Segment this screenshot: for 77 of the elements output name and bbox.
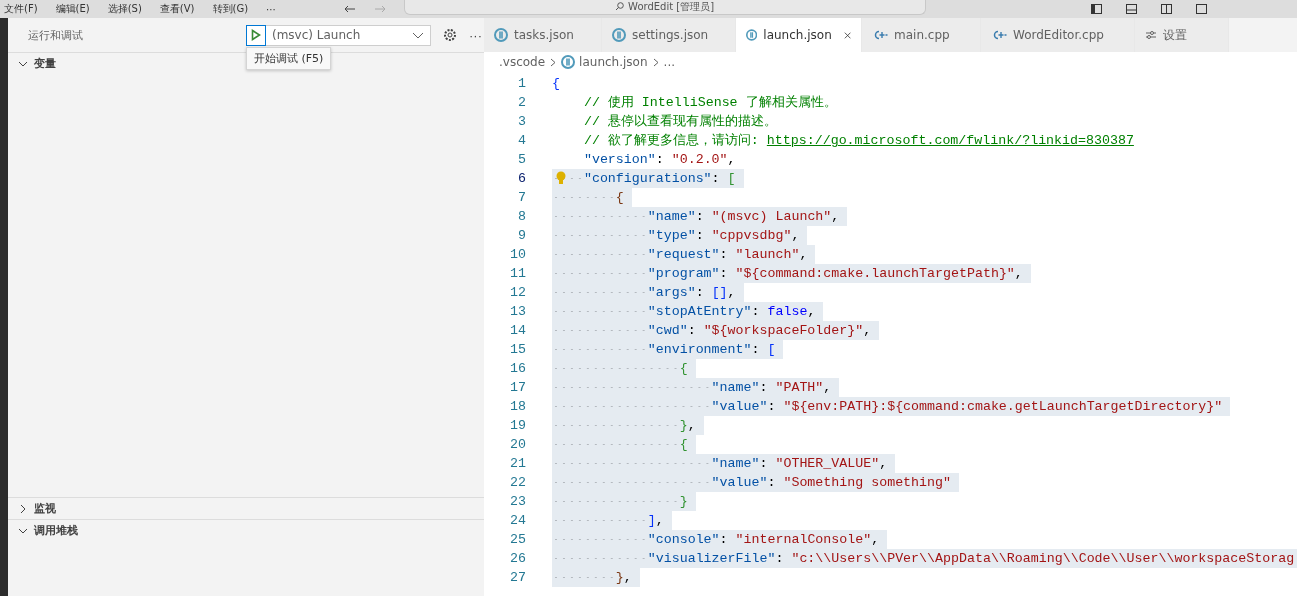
line-number: 18 <box>509 399 527 414</box>
code-line: { <box>552 75 560 93</box>
menu-item[interactable]: 编辑(E) <box>55 2 90 16</box>
code-line: // 使用 IntelliSense 了解相关属性。 <box>582 94 837 112</box>
menu-item[interactable]: ··· <box>266 3 276 15</box>
menu-item[interactable]: 选择(S) <box>107 2 142 16</box>
breadcrumb-item[interactable]: launch.json <box>561 55 648 69</box>
line-number: 12 <box>509 285 527 300</box>
section-header[interactable]: 监视 <box>8 498 484 519</box>
search-icon <box>615 2 625 11</box>
editor-tab[interactable]: settings.json <box>602 18 736 52</box>
line-number: 27 <box>509 570 527 585</box>
code-line: "version": "0.2.0", <box>582 151 736 169</box>
line-number: 1 <box>517 76 527 91</box>
tooltip: 开始调试 (F5) <box>246 47 332 70</box>
editor-tab[interactable]: WordEditor.cpp <box>981 18 1135 52</box>
close-icon[interactable] <box>843 30 851 40</box>
line-number: 3 <box>517 114 527 129</box>
launch-config-dropdown[interactable]: (msvc) Launch <box>266 24 431 46</box>
line-number: 22 <box>509 475 527 490</box>
line-number: 7 <box>517 190 527 205</box>
panel-title: 运行和调试 <box>28 27 84 43</box>
menu-item[interactable]: 文件(F) <box>4 2 38 16</box>
code-link[interactable]: https://go.microsoft.com/fwlink/?linkid=830387 <box>766 133 1134 148</box>
search-field[interactable]: WordEdit [管理员] <box>403 0 926 15</box>
line-number: 9 <box>517 228 527 243</box>
line-number: 4 <box>517 133 527 148</box>
line-number: 5 <box>517 152 527 167</box>
line-number: 19 <box>509 418 527 433</box>
more-actions-button[interactable]: ··· <box>469 27 482 43</box>
chevron-icon <box>550 57 557 67</box>
chevron-down-icon <box>412 31 424 39</box>
plus-icon <box>991 29 1007 41</box>
editor-tab[interactable]: main.cpp <box>862 18 981 52</box>
chevron-icon <box>652 57 659 67</box>
sliders-icon <box>1145 30 1157 40</box>
start-debugging-button[interactable] <box>246 24 266 46</box>
line-number: 11 <box>509 266 527 281</box>
line-number: 24 <box>509 513 527 528</box>
menu-item[interactable]: 转到(G) <box>212 2 249 16</box>
code-line: // 欲了解更多信息，请访问: https://go.microsoft.com/fwlink/?linkid=830387 <box>582 132 1134 150</box>
line-number: 15 <box>509 342 527 357</box>
code-line: // 悬停以查看现有属性的描述。 <box>582 113 777 131</box>
layout-icon[interactable] <box>1161 4 1172 14</box>
braces-icon <box>612 28 626 42</box>
line-number: 8 <box>517 209 527 224</box>
braces-icon <box>494 28 508 42</box>
line-number: 2 <box>517 95 527 110</box>
settings-button[interactable] <box>443 28 457 42</box>
line-number: 10 <box>509 247 527 262</box>
chevron-icon <box>18 503 28 514</box>
section-header[interactable]: 调用堆栈 <box>8 520 484 541</box>
line-number: 13 <box>509 304 527 319</box>
editor-tab[interactable]: tasks.json <box>484 18 602 52</box>
editor-tab[interactable]: launch.json <box>736 18 862 52</box>
breadcrumb-item[interactable]: .vscode <box>499 55 546 69</box>
line-number: 23 <box>509 494 527 509</box>
layout-icon[interactable] <box>1196 4 1207 14</box>
line-number: 25 <box>509 532 527 547</box>
layout-icon[interactable] <box>1126 4 1137 14</box>
line-number: 17 <box>509 380 527 395</box>
line-number: 16 <box>509 361 527 376</box>
play-icon <box>251 29 261 41</box>
line-number: 26 <box>509 551 527 566</box>
gear-icon <box>443 28 457 42</box>
line-number: 14 <box>509 323 527 338</box>
back-arrow-icon[interactable] <box>343 5 356 13</box>
braces-icon <box>561 55 576 69</box>
braces-icon <box>746 28 758 42</box>
layout-icon[interactable] <box>1091 4 1102 14</box>
breadcrumb-item[interactable]: ... <box>663 55 675 69</box>
menu-item[interactable]: 查看(V) <box>159 2 195 16</box>
editor-tab[interactable]: 设置 <box>1135 18 1229 52</box>
line-number: 6 <box>517 171 527 186</box>
plus-icon <box>872 29 888 41</box>
line-number: 20 <box>509 437 527 452</box>
line-number: 21 <box>509 456 527 471</box>
